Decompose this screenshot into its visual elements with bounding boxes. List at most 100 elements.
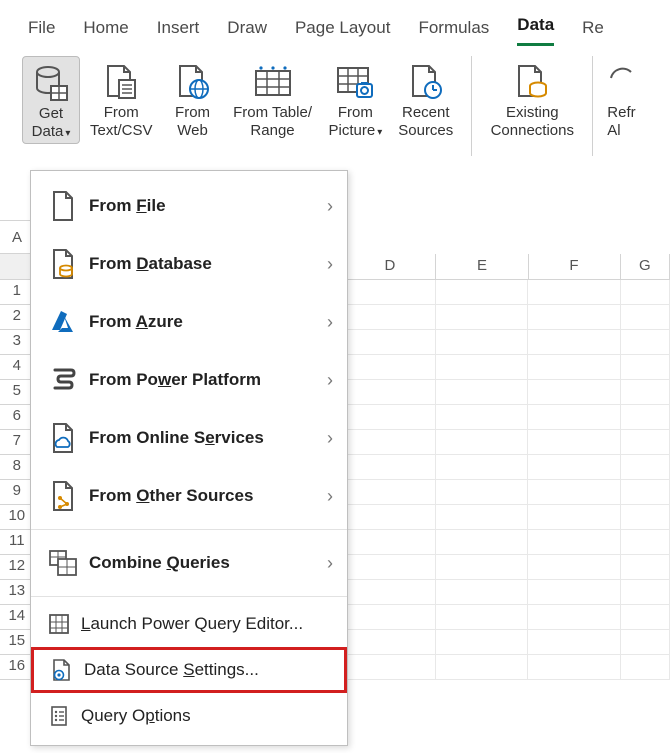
tab-home[interactable]: Home — [83, 18, 128, 46]
cell[interactable] — [528, 430, 620, 455]
cell[interactable] — [621, 655, 670, 680]
column-header-g[interactable]: G — [621, 254, 670, 280]
cell[interactable] — [528, 505, 620, 530]
cell[interactable] — [436, 330, 528, 355]
cell[interactable] — [344, 605, 436, 630]
cell[interactable] — [621, 380, 670, 405]
cell[interactable] — [344, 530, 436, 555]
menu-from-database[interactable]: From Database › — [31, 235, 347, 293]
from-web-button[interactable]: From Web — [163, 56, 223, 142]
tab-formulas[interactable]: Formulas — [418, 18, 489, 46]
cell[interactable] — [528, 355, 620, 380]
menu-launch-power-query-editor[interactable]: Launch Power Query Editor... — [31, 601, 347, 647]
cell[interactable] — [621, 355, 670, 380]
get-data-button[interactable]: Get Data▾ — [22, 56, 80, 144]
cell[interactable] — [344, 580, 436, 605]
cell[interactable] — [528, 330, 620, 355]
menu-from-other-sources-label: From Other Sources — [81, 486, 327, 506]
tab-insert[interactable]: Insert — [157, 18, 200, 46]
cell[interactable] — [621, 605, 670, 630]
existing-label1: Existing — [506, 104, 559, 122]
existing-connections-button[interactable]: Existing Connections — [484, 56, 580, 142]
cell[interactable] — [344, 430, 436, 455]
other-sources-icon — [45, 480, 81, 512]
cell[interactable] — [621, 405, 670, 430]
cell[interactable] — [344, 355, 436, 380]
cell[interactable] — [528, 280, 620, 305]
cell[interactable] — [436, 280, 528, 305]
cell[interactable] — [344, 480, 436, 505]
cell[interactable] — [528, 305, 620, 330]
cell[interactable] — [528, 530, 620, 555]
cell[interactable] — [344, 655, 436, 680]
cell[interactable] — [436, 530, 528, 555]
tab-partial-cut[interactable]: Re — [582, 18, 604, 46]
tab-page-layout[interactable]: Page Layout — [295, 18, 390, 46]
cell[interactable] — [528, 480, 620, 505]
cell[interactable] — [621, 305, 670, 330]
menu-from-other-sources[interactable]: From Other Sources › — [31, 467, 347, 525]
cell[interactable] — [528, 555, 620, 580]
cell[interactable] — [621, 430, 670, 455]
cell[interactable] — [344, 455, 436, 480]
cell[interactable] — [344, 555, 436, 580]
from-text-csv-button[interactable]: From Text/CSV — [84, 56, 159, 142]
from-table-range-button[interactable]: From Table/ Range — [227, 56, 319, 142]
cell[interactable] — [436, 630, 528, 655]
cell[interactable] — [344, 405, 436, 430]
cell[interactable] — [436, 480, 528, 505]
menu-from-file[interactable]: From File › — [31, 177, 347, 235]
menu-from-online-services[interactable]: From Online Services › — [31, 409, 347, 467]
cell[interactable] — [528, 455, 620, 480]
database-icon — [33, 61, 69, 105]
cell[interactable] — [528, 380, 620, 405]
cell[interactable] — [436, 455, 528, 480]
cell[interactable] — [344, 630, 436, 655]
get-data-label2: Data▾ — [32, 123, 71, 141]
cell[interactable] — [436, 655, 528, 680]
tab-file[interactable]: File — [28, 18, 55, 46]
cell[interactable] — [621, 455, 670, 480]
tab-draw[interactable]: Draw — [227, 18, 267, 46]
cell[interactable] — [344, 380, 436, 405]
cell[interactable] — [436, 430, 528, 455]
cell[interactable] — [436, 380, 528, 405]
cell[interactable] — [621, 505, 670, 530]
cell[interactable] — [528, 605, 620, 630]
ribbon-divider — [471, 56, 472, 156]
cell[interactable] — [528, 630, 620, 655]
menu-from-azure[interactable]: From Azure › — [31, 293, 347, 351]
menu-combine-queries[interactable]: Combine Queries › — [31, 534, 347, 592]
cell[interactable] — [436, 605, 528, 630]
cell[interactable] — [621, 630, 670, 655]
cell[interactable] — [528, 405, 620, 430]
cell[interactable] — [436, 505, 528, 530]
cell[interactable] — [344, 505, 436, 530]
cell[interactable] — [528, 655, 620, 680]
cell[interactable] — [621, 530, 670, 555]
column-header-f[interactable]: F — [529, 254, 621, 280]
cell[interactable] — [436, 405, 528, 430]
cell[interactable] — [621, 480, 670, 505]
menu-query-options[interactable]: Query Options — [31, 693, 347, 739]
column-header-e[interactable]: E — [436, 254, 528, 280]
cell[interactable] — [528, 580, 620, 605]
menu-from-power-platform[interactable]: From Power Platform › — [31, 351, 347, 409]
cell[interactable] — [344, 305, 436, 330]
cell[interactable] — [436, 305, 528, 330]
cell[interactable] — [344, 330, 436, 355]
from-picture-button[interactable]: From Picture▾ — [323, 56, 389, 142]
tab-data[interactable]: Data — [517, 15, 554, 46]
cell[interactable] — [621, 555, 670, 580]
cell[interactable] — [621, 330, 670, 355]
cell[interactable] — [621, 280, 670, 305]
cell[interactable] — [436, 355, 528, 380]
cell[interactable] — [436, 555, 528, 580]
recent-sources-button[interactable]: Recent Sources — [392, 56, 459, 142]
refresh-all-button-cut[interactable]: Refr Al — [605, 56, 641, 142]
menu-data-source-settings[interactable]: Data Source Settings... — [31, 647, 347, 693]
cell[interactable] — [436, 580, 528, 605]
cell[interactable] — [344, 280, 436, 305]
column-header-d[interactable]: D — [344, 254, 436, 280]
cell[interactable] — [621, 580, 670, 605]
